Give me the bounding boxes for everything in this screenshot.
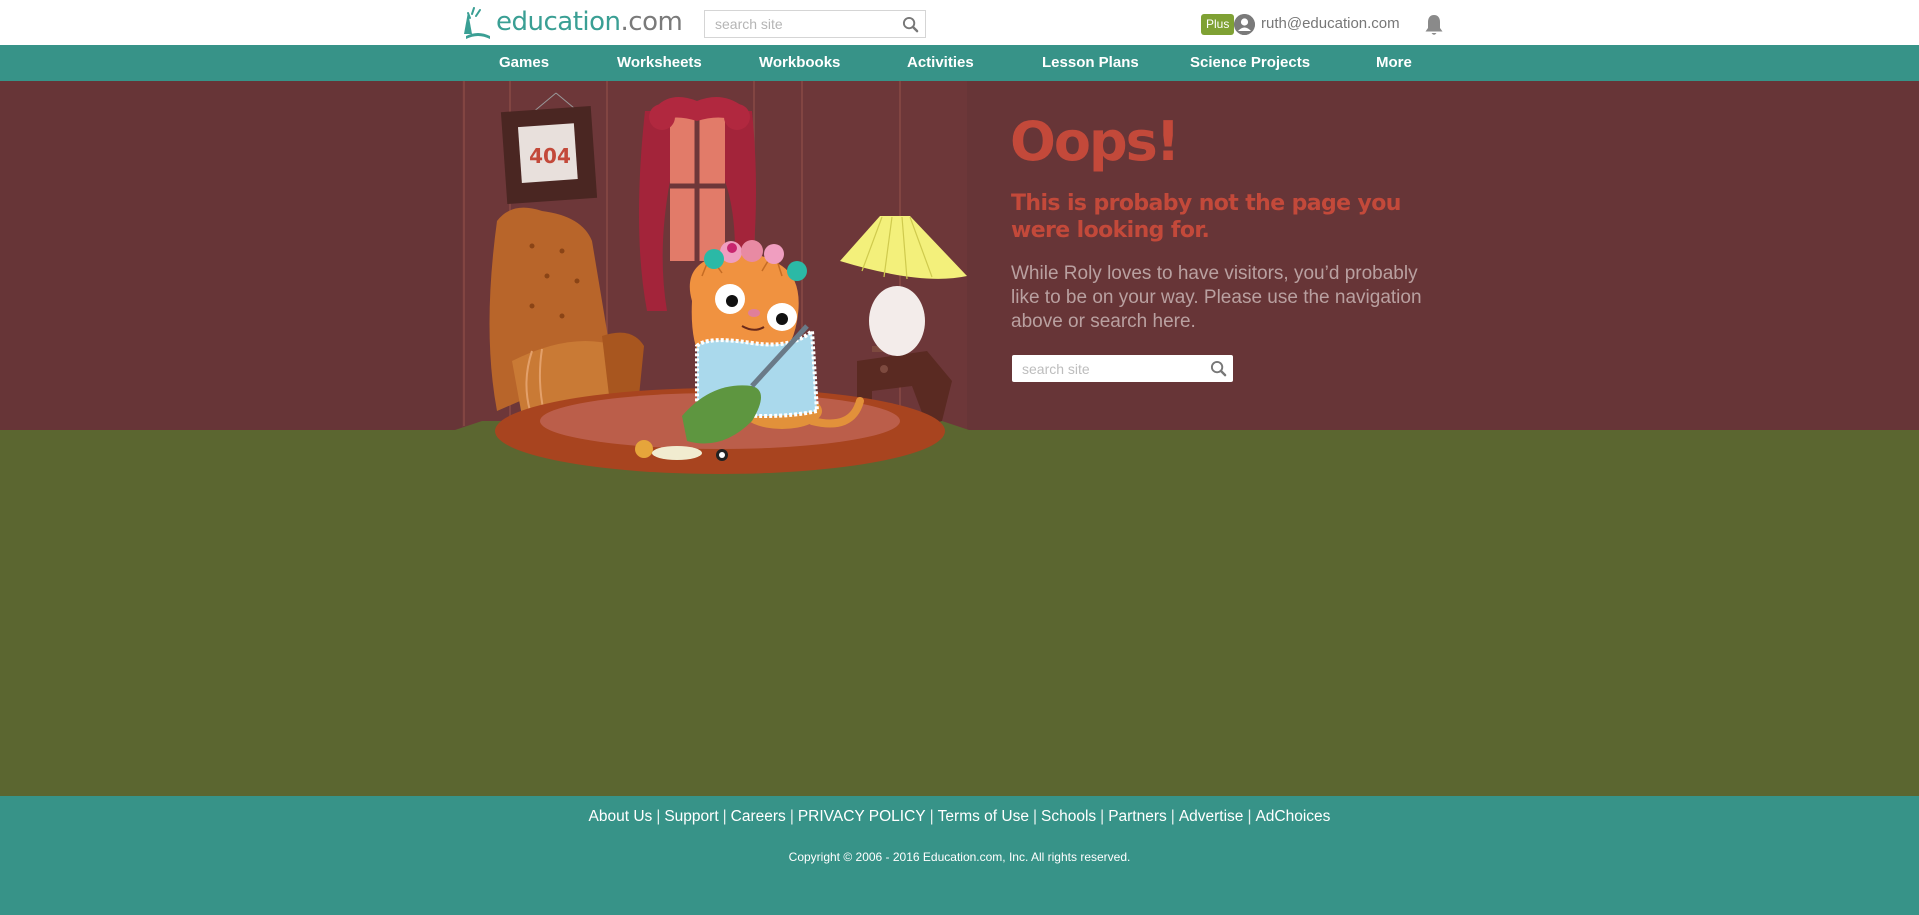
footer-link-support[interactable]: Support bbox=[664, 808, 718, 825]
site-logo[interactable]: education.com bbox=[458, 4, 683, 40]
plus-badge[interactable]: Plus bbox=[1201, 14, 1235, 35]
notification-bell-icon[interactable] bbox=[1422, 13, 1446, 37]
user-avatar-icon[interactable] bbox=[1234, 14, 1255, 35]
search-icon[interactable] bbox=[902, 16, 919, 33]
nav-more[interactable]: More bbox=[1376, 54, 1412, 71]
logo-suffix: .com bbox=[620, 7, 683, 37]
footer-link-terms-of-use[interactable]: Terms of Use bbox=[938, 808, 1029, 825]
top-header: education.com Plus ruth@education.com bbox=[0, 0, 1919, 45]
user-email-link[interactable]: ruth@education.com bbox=[1261, 15, 1400, 32]
site-footer: About Us | Support | Careers | PRIVACY POLICY |… bbox=[0, 796, 1919, 915]
nav-games[interactable]: Games bbox=[499, 54, 549, 71]
footer-link-schools[interactable]: Schools bbox=[1041, 808, 1096, 825]
footer-link-adchoices[interactable]: AdChoices bbox=[1255, 808, 1330, 825]
nav-science-projects[interactable]: Science Projects bbox=[1190, 54, 1310, 71]
error-search-input[interactable] bbox=[1012, 355, 1192, 382]
footer-links: About Us | Support | Careers | PRIVACY POLICY |… bbox=[588, 808, 1331, 825]
error-description: While Roly loves to have visitors, you’d… bbox=[1011, 263, 1422, 332]
header-search-box bbox=[704, 10, 926, 38]
copyright-text: Copyright © 2006 - 2016 Education.com, I… bbox=[788, 850, 1131, 864]
logo-wordmark: education bbox=[496, 7, 621, 37]
book-logo-icon bbox=[464, 7, 490, 39]
footer-link-careers[interactable]: Careers bbox=[731, 808, 786, 825]
ground-area bbox=[0, 430, 1919, 796]
footer-link-about-us[interactable]: About Us bbox=[589, 808, 653, 825]
main-nav: Games Worksheets Workbooks Activities Le… bbox=[0, 45, 1919, 81]
nav-worksheets[interactable]: Worksheets bbox=[617, 54, 702, 71]
error-search-box bbox=[1012, 355, 1233, 382]
header-search-input[interactable] bbox=[705, 11, 885, 37]
frame-404-text: 404 bbox=[529, 144, 571, 168]
search-icon[interactable] bbox=[1210, 360, 1227, 377]
nav-workbooks[interactable]: Workbooks bbox=[759, 54, 840, 71]
error-title: Oops! bbox=[1010, 110, 1180, 173]
footer-link-partners[interactable]: Partners bbox=[1108, 808, 1167, 825]
footer-link-advertise[interactable]: Advertise bbox=[1179, 808, 1244, 825]
error-subtitle: This is probaby not the page you were lo… bbox=[1011, 191, 1401, 243]
nav-lesson-plans[interactable]: Lesson Plans bbox=[1042, 54, 1139, 71]
roly-404-illustration: 404 bbox=[452, 81, 972, 474]
nav-activities[interactable]: Activities bbox=[907, 54, 974, 71]
footer-link-privacy-policy[interactable]: PRIVACY POLICY bbox=[798, 808, 926, 825]
